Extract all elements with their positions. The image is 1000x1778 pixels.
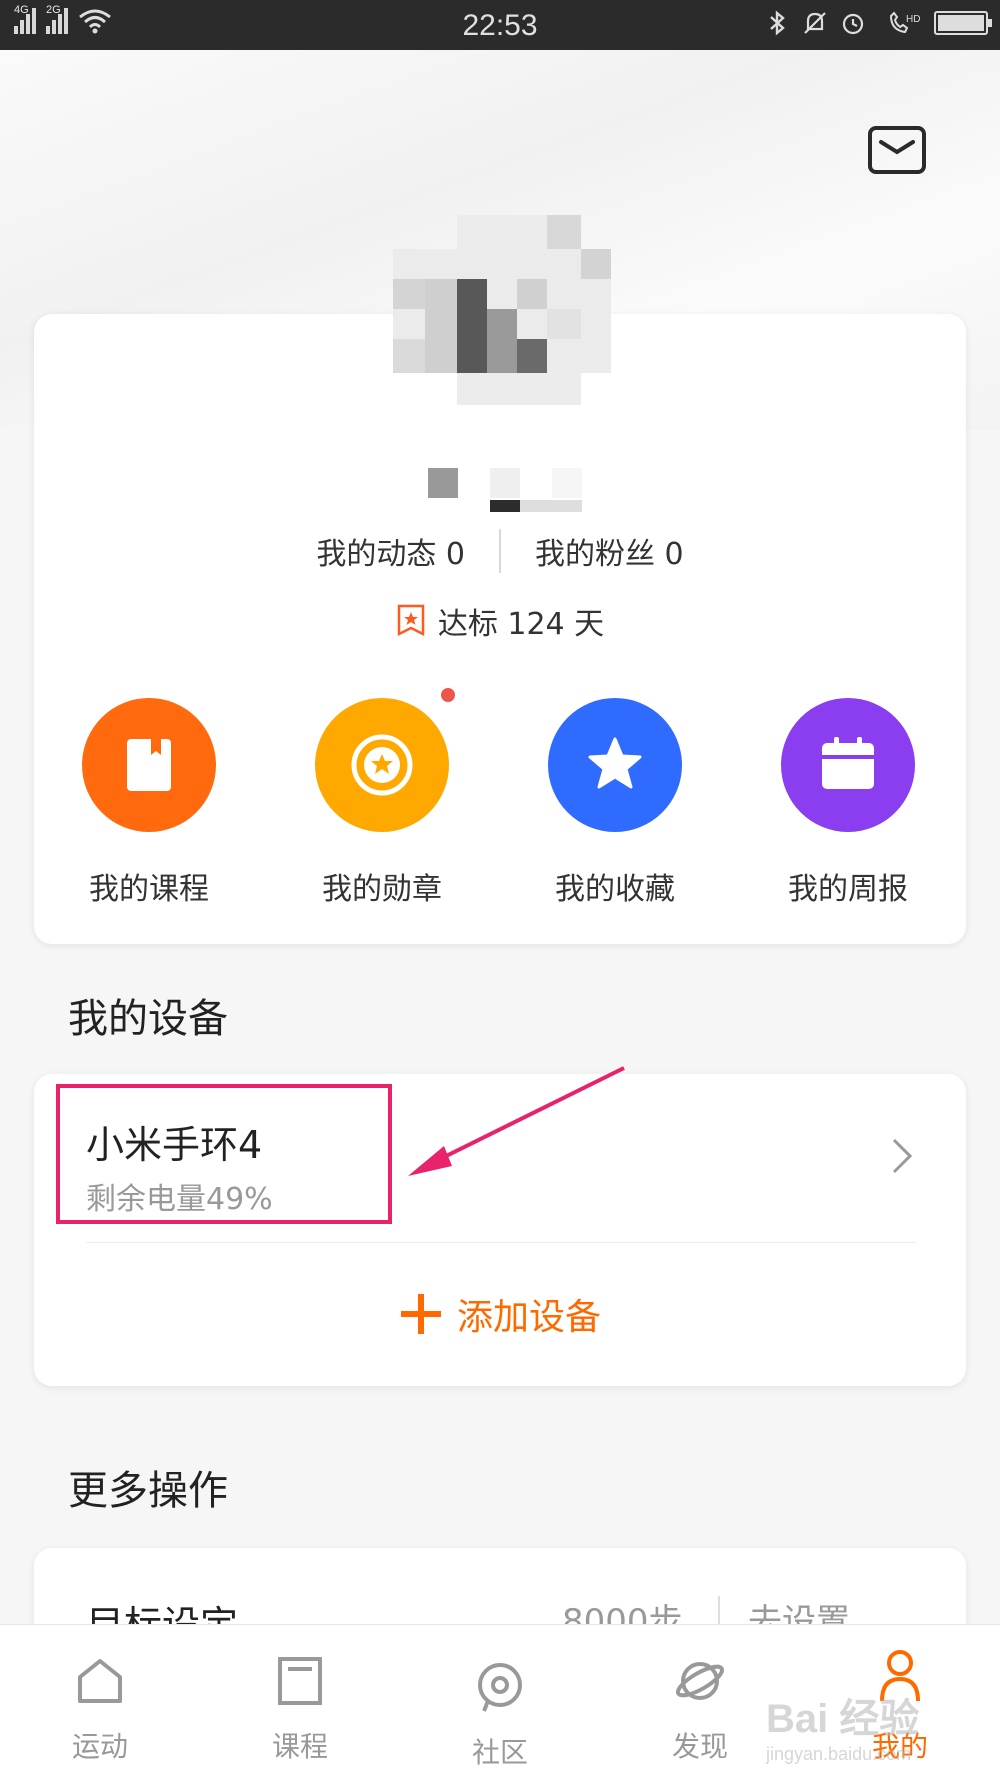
annotation-arrow-icon bbox=[408, 1066, 625, 1176]
devices-section-title: 我的设备 bbox=[68, 996, 228, 1042]
star-icon bbox=[548, 698, 682, 832]
add-device-label: 添加设备 bbox=[456, 1297, 601, 1338]
add-device-button[interactable]: 添加设备 bbox=[34, 1242, 966, 1386]
battery-icon bbox=[934, 11, 992, 35]
quick-actions: 我的课程 我的勋章 我的收藏 我的周报 bbox=[34, 688, 966, 908]
bluetooth-icon bbox=[770, 10, 785, 36]
book-icon bbox=[82, 698, 216, 832]
svg-text:HD: HD bbox=[906, 14, 920, 25]
tab-exercise[interactable]: 运动 bbox=[0, 1625, 200, 1778]
fans-stat[interactable]: 我的粉丝 0 bbox=[501, 529, 718, 573]
posts-stat[interactable]: 我的动态 0 bbox=[282, 529, 499, 573]
tab-courses[interactable]: 课程 bbox=[200, 1625, 400, 1778]
medal-icon bbox=[315, 698, 449, 832]
new-medal-badge bbox=[441, 688, 455, 702]
highlight-box bbox=[56, 1084, 392, 1224]
quick-action-medals[interactable]: 我的勋章 bbox=[282, 698, 482, 908]
home-icon bbox=[78, 1659, 122, 1703]
status-icons: HD bbox=[764, 10, 992, 36]
mute-bell-icon bbox=[804, 12, 826, 34]
hd-call-icon: HD bbox=[889, 11, 920, 34]
quick-action-favorites[interactable]: 我的收藏 bbox=[515, 698, 715, 908]
watermark: Bai 经验 jingyan.baidu.com bbox=[766, 1697, 920, 1764]
chevron-right-icon bbox=[892, 1138, 913, 1174]
calendar-icon bbox=[781, 698, 915, 832]
streak-label: 达标 124 天 bbox=[437, 607, 605, 642]
tab-community[interactable]: 社区 bbox=[400, 1625, 600, 1778]
status-bar: 4G 2G 22:53 HD bbox=[0, 0, 1000, 50]
avatar[interactable] bbox=[393, 215, 611, 405]
ribbon-star-icon bbox=[397, 604, 425, 637]
course-icon bbox=[278, 1657, 322, 1705]
quick-action-courses[interactable]: 我的课程 bbox=[49, 698, 249, 908]
planet-icon bbox=[675, 1662, 725, 1700]
mail-icon bbox=[879, 140, 915, 155]
message-inbox-button[interactable] bbox=[868, 126, 926, 174]
alarm-icon bbox=[842, 13, 864, 35]
username bbox=[428, 468, 583, 514]
community-icon bbox=[478, 1663, 522, 1712]
more-section-title: 更多操作 bbox=[68, 1468, 228, 1514]
quick-action-weekly-report[interactable]: 我的周报 bbox=[748, 698, 948, 908]
stats-row: 我的动态 0 我的粉丝 0 bbox=[34, 528, 966, 574]
plus-icon bbox=[400, 1294, 441, 1334]
streak-row[interactable]: 达标 124 天 bbox=[34, 598, 966, 644]
